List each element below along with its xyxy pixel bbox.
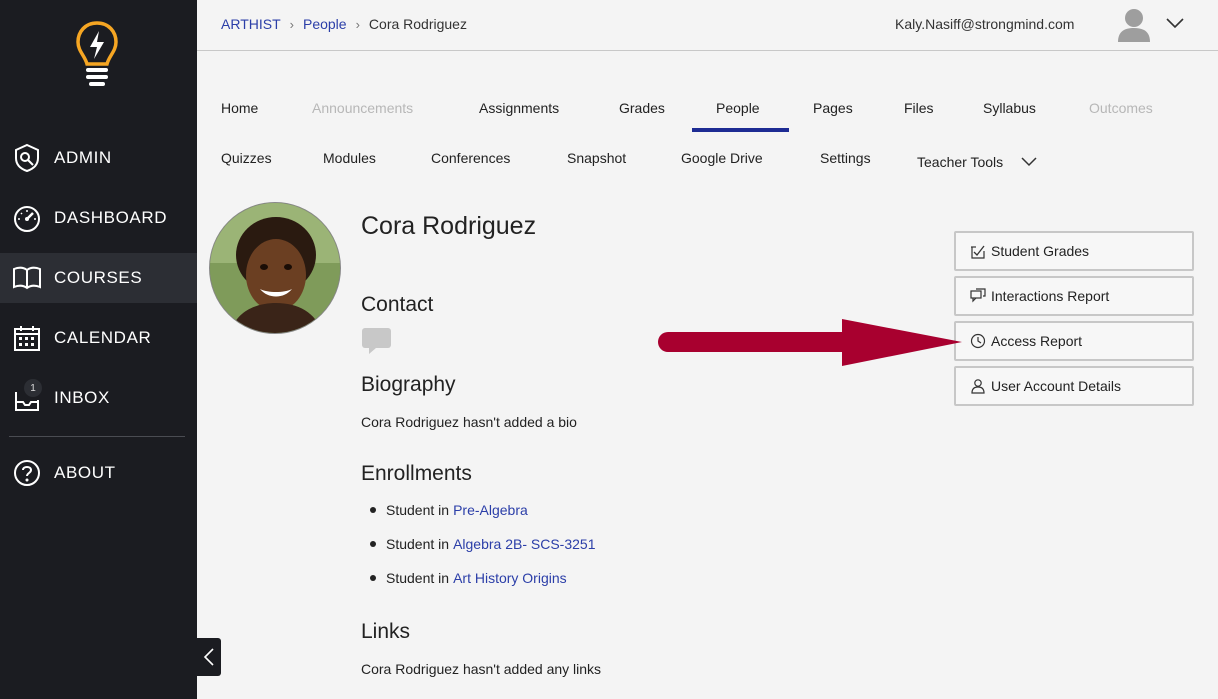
student-grades-button[interactable]: Student Grades — [954, 231, 1194, 271]
links-text: Cora Rodriguez hasn't added any links — [361, 661, 602, 677]
tab-quizzes[interactable]: Quizzes — [221, 150, 272, 166]
chevron-down-icon[interactable] — [1165, 15, 1185, 31]
user-avatar-icon[interactable] — [1117, 7, 1151, 43]
chevron-right-icon: › — [355, 16, 360, 32]
nav-label: ADMIN — [54, 148, 112, 167]
tab-grades[interactable]: Grades — [619, 100, 665, 116]
links-heading: Links — [361, 620, 411, 643]
enrollments-heading: Enrollments — [361, 462, 472, 485]
chevron-left-icon — [203, 648, 214, 666]
nav-item-about[interactable]: ABOUT — [0, 448, 197, 498]
book-icon — [12, 263, 42, 293]
user-account-details-button[interactable]: User Account Details — [954, 366, 1194, 406]
shield-icon — [12, 143, 42, 173]
button-label: Interactions Report — [991, 288, 1110, 304]
chevron-down-icon[interactable] — [1020, 155, 1038, 169]
nav-label: COURSES — [54, 268, 143, 287]
interactions-report-button[interactable]: Interactions Report — [954, 276, 1194, 316]
annotation-arrow-icon — [658, 319, 962, 366]
tab-home[interactable]: Home — [221, 100, 258, 116]
enrollment-course-link[interactable]: Art History Origins — [453, 570, 567, 586]
help-icon — [12, 458, 42, 488]
breadcrumb: ARTHIST › People › Cora Rodriguez — [221, 16, 467, 32]
collapse-sidebar-button[interactable] — [197, 638, 221, 676]
tab-teacher-tools[interactable]: Teacher Tools — [917, 154, 1003, 170]
nav-label: DASHBOARD — [54, 208, 168, 227]
enrollments-list: Student in Pre-Algebra Student in Algebr… — [370, 502, 595, 604]
lightbulb-logo-icon[interactable] — [74, 20, 120, 90]
list-item: Student in Art History Origins — [370, 570, 595, 604]
breadcrumb-people-link[interactable]: People — [303, 16, 347, 32]
active-tab-indicator — [692, 128, 789, 132]
enrollment-prefix: Student in — [386, 570, 450, 586]
tab-conferences[interactable]: Conferences — [431, 150, 510, 166]
access-report-button[interactable]: Access Report — [954, 321, 1194, 361]
contact-heading: Contact — [361, 293, 434, 316]
speedometer-icon — [12, 203, 42, 233]
list-item: Student in Algebra 2B- SCS-3251 — [370, 536, 595, 570]
sidebar-divider — [9, 436, 185, 437]
button-label: Student Grades — [991, 243, 1090, 259]
nav-label: CALENDAR — [54, 328, 152, 347]
user-email[interactable]: Kaly.Nasiff@strongmind.com — [895, 16, 1074, 32]
tab-modules[interactable]: Modules — [323, 150, 376, 166]
message-icon[interactable] — [361, 327, 393, 355]
nav-item-admin[interactable]: ADMIN — [0, 133, 197, 183]
inbox-icon: 1 — [12, 379, 42, 413]
breadcrumb-current: Cora Rodriguez — [368, 16, 467, 32]
nav-item-inbox[interactable]: 1 INBOX — [0, 373, 197, 423]
tab-snapshot[interactable]: Snapshot — [567, 150, 626, 166]
button-label: Access Report — [991, 333, 1083, 349]
list-item: Student in Pre-Algebra — [370, 502, 595, 536]
nav-item-dashboard[interactable]: DASHBOARD — [0, 193, 197, 243]
tab-syllabus[interactable]: Syllabus — [983, 100, 1036, 116]
profile-name: Cora Rodriguez — [361, 212, 537, 240]
tab-files[interactable]: Files — [904, 100, 934, 116]
biography-text: Cora Rodriguez hasn't added a bio — [361, 414, 577, 430]
grades-icon — [969, 242, 987, 260]
inbox-unread-badge: 1 — [24, 379, 42, 397]
user-icon — [969, 377, 987, 395]
tab-google-drive[interactable]: Google Drive — [681, 150, 763, 166]
chat-icon — [969, 287, 987, 305]
tab-outcomes[interactable]: Outcomes — [1089, 100, 1153, 116]
tab-people[interactable]: People — [716, 100, 760, 116]
button-label: User Account Details — [991, 378, 1121, 394]
nav-item-courses[interactable]: COURSES — [0, 253, 197, 303]
enrollment-course-link[interactable]: Pre-Algebra — [453, 502, 528, 518]
tab-settings[interactable]: Settings — [820, 150, 871, 166]
enrollment-prefix: Student in — [386, 536, 450, 552]
tab-assignments[interactable]: Assignments — [479, 100, 559, 116]
chevron-right-icon: › — [289, 16, 294, 32]
clock-icon — [969, 332, 987, 350]
tab-announcements[interactable]: Announcements — [312, 100, 413, 116]
profile-photo — [209, 202, 341, 334]
calendar-icon — [12, 323, 42, 353]
top-header: ARTHIST › People › Cora Rodriguez Kaly.N… — [197, 0, 1218, 51]
enrollment-prefix: Student in — [386, 502, 450, 518]
tab-pages[interactable]: Pages — [813, 100, 853, 116]
nav-label: ABOUT — [54, 463, 116, 482]
biography-heading: Biography — [361, 373, 456, 396]
global-nav-sidebar: ADMIN DASHBOARD COURSES CALENDAR 1 INBOX… — [0, 0, 197, 699]
nav-item-calendar[interactable]: CALENDAR — [0, 313, 197, 363]
nav-label: INBOX — [54, 388, 110, 407]
enrollment-course-link[interactable]: Algebra 2B- SCS-3251 — [453, 536, 595, 552]
breadcrumb-course-link[interactable]: ARTHIST — [221, 16, 281, 32]
